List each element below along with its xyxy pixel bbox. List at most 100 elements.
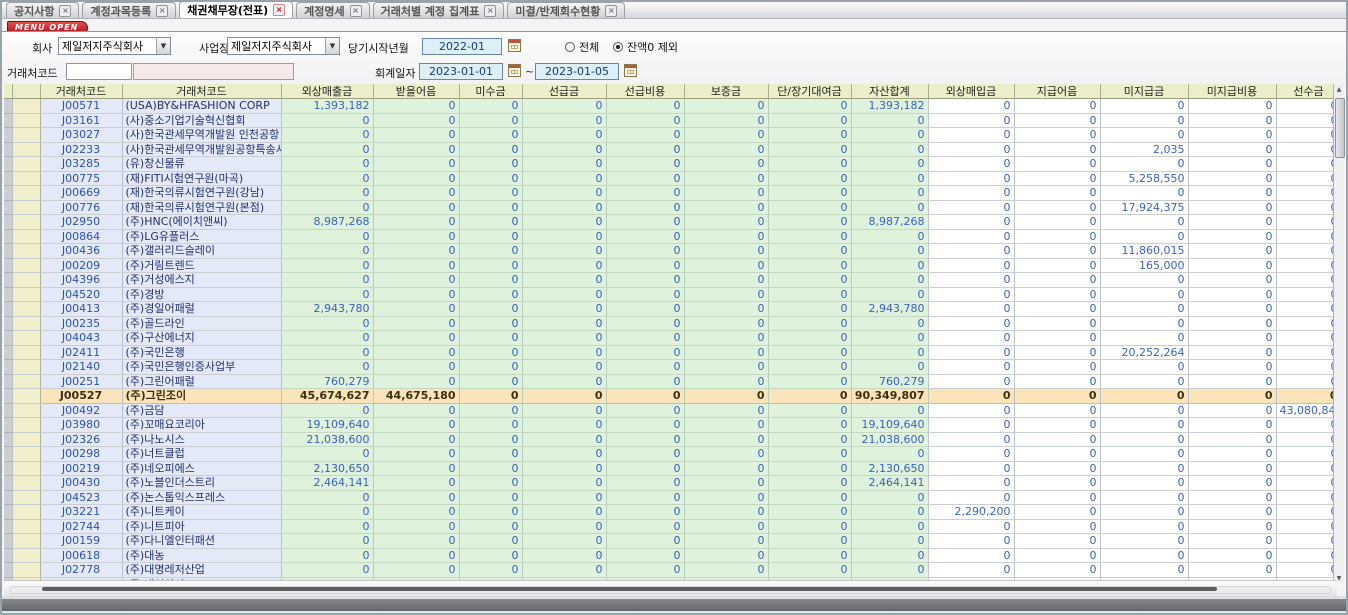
amount-cell[interactable]: 0 <box>768 142 851 157</box>
amount-cell[interactable]: 0 <box>928 389 1014 404</box>
amount-cell[interactable]: 0 <box>768 186 851 201</box>
vendor-name-cell[interactable]: (주)구산에너지 <box>122 331 281 346</box>
amount-cell[interactable]: 0 <box>373 171 459 186</box>
column-header[interactable]: 단/장기대여금 <box>768 84 851 99</box>
vendor-name-cell[interactable]: (사)한국관세무역개발원 인천공항 <box>122 128 281 143</box>
row-selector[interactable] <box>4 215 12 230</box>
vendor-code-cell[interactable]: J00251 <box>40 374 122 389</box>
amount-cell[interactable]: 0 <box>1188 244 1276 259</box>
amount-cell[interactable]: 0 <box>928 128 1014 143</box>
amount-cell[interactable]: 0 <box>522 186 606 201</box>
vendor-code-cell[interactable]: J04520 <box>40 287 122 302</box>
table-row[interactable]: J03980(주)꼬매요코리아19,109,64000000019,109,64… <box>4 418 1339 433</box>
amount-cell[interactable]: 0 <box>1188 374 1276 389</box>
amount-cell[interactable]: 0 <box>684 548 768 563</box>
amount-cell[interactable]: 0 <box>1276 258 1339 273</box>
amount-cell[interactable]: 0 <box>1188 316 1276 331</box>
radio-exclude-zero[interactable]: 잔액0 제외 <box>613 39 678 55</box>
amount-cell[interactable]: 0 <box>1276 360 1339 375</box>
amount-cell[interactable]: 0 <box>522 432 606 447</box>
amount-cell[interactable]: 0 <box>459 418 522 433</box>
amount-cell[interactable]: 0 <box>459 287 522 302</box>
amount-cell[interactable]: 0 <box>522 505 606 520</box>
amount-cell[interactable]: 0 <box>281 258 373 273</box>
vendor-name-cell[interactable]: (USA)BY&HFASHION CORP <box>122 99 281 114</box>
amount-cell[interactable]: 0 <box>373 244 459 259</box>
amount-cell[interactable]: 0 <box>1276 432 1339 447</box>
bizplace-select[interactable]: 제일저지주식회사 ▼ <box>227 37 340 55</box>
amount-cell[interactable]: 0 <box>606 142 684 157</box>
amount-cell[interactable]: 0 <box>373 519 459 534</box>
table-row[interactable]: J00775(재)FITI시험연구원(마곡)00000000005,258,55… <box>4 171 1339 186</box>
vendor-code-cell[interactable]: J02950 <box>40 215 122 230</box>
vendor-name-input[interactable] <box>133 63 294 80</box>
row-indicator[interactable] <box>12 461 40 476</box>
table-row[interactable]: J00159(주)다니엘인터패션0000000000000 <box>4 534 1339 549</box>
amount-cell[interactable]: 0 <box>606 490 684 505</box>
amount-cell[interactable]: 0 <box>522 360 606 375</box>
amount-cell[interactable]: 0 <box>1276 157 1339 172</box>
amount-cell[interactable]: 0 <box>684 447 768 462</box>
amount-cell[interactable]: 0 <box>281 229 373 244</box>
row-indicator[interactable] <box>12 113 40 128</box>
amount-cell[interactable]: 0 <box>928 360 1014 375</box>
amount-cell[interactable]: 0 <box>1100 447 1188 462</box>
amount-cell[interactable]: 0 <box>1276 519 1339 534</box>
amount-cell[interactable]: 0 <box>768 563 851 578</box>
vendor-name-cell[interactable]: (주)다니엘인터패션 <box>122 534 281 549</box>
horizontal-scroll-thumb[interactable] <box>42 587 1217 591</box>
amount-cell[interactable]: 0 <box>684 142 768 157</box>
amount-cell[interactable]: 0 <box>1188 519 1276 534</box>
amount-cell[interactable]: 0 <box>851 287 928 302</box>
amount-cell[interactable]: 0 <box>1014 99 1100 114</box>
amount-cell[interactable]: 0 <box>1188 389 1276 404</box>
amount-cell[interactable]: 19,109,640 <box>281 418 373 433</box>
amount-cell[interactable]: 0 <box>1188 345 1276 360</box>
column-header[interactable]: 보증금 <box>684 84 768 99</box>
amount-cell[interactable]: 0 <box>768 171 851 186</box>
amount-cell[interactable]: 0 <box>768 476 851 491</box>
row-indicator[interactable] <box>12 418 40 433</box>
amount-cell[interactable]: 0 <box>373 563 459 578</box>
amount-cell[interactable]: 0 <box>606 345 684 360</box>
date-from-input[interactable] <box>419 63 503 80</box>
amount-cell[interactable]: 0 <box>768 113 851 128</box>
amount-cell[interactable]: 0 <box>1188 142 1276 157</box>
amount-cell[interactable]: 0 <box>1100 229 1188 244</box>
amount-cell[interactable]: 8,987,268 <box>281 215 373 230</box>
amount-cell[interactable]: 0 <box>1100 389 1188 404</box>
amount-cell[interactable]: 0 <box>522 128 606 143</box>
row-indicator[interactable] <box>12 389 40 404</box>
tab-4[interactable]: 거래처별 계정 집계표× <box>373 2 505 18</box>
row-indicator[interactable] <box>12 403 40 418</box>
amount-cell[interactable]: 0 <box>373 534 459 549</box>
radio-all[interactable]: 전체 <box>565 39 599 55</box>
amount-cell[interactable]: 0 <box>606 229 684 244</box>
amount-cell[interactable]: 0 <box>684 418 768 433</box>
column-header[interactable]: 미지급비용 <box>1188 84 1276 99</box>
amount-cell[interactable]: 0 <box>1014 374 1100 389</box>
amount-cell[interactable]: 0 <box>522 316 606 331</box>
amount-cell[interactable]: 0 <box>1276 476 1339 491</box>
amount-cell[interactable]: 0 <box>522 258 606 273</box>
table-row[interactable]: J00864(주)LG유플러스0000000000000 <box>4 229 1339 244</box>
amount-cell[interactable]: 0 <box>373 99 459 114</box>
amount-cell[interactable]: 0 <box>281 113 373 128</box>
vendor-code-cell[interactable]: J00159 <box>40 534 122 549</box>
amount-cell[interactable]: 0 <box>459 389 522 404</box>
amount-cell[interactable]: 0 <box>606 461 684 476</box>
amount-cell[interactable]: 0 <box>1014 447 1100 462</box>
amount-cell[interactable]: 0 <box>768 258 851 273</box>
amount-cell[interactable]: 0 <box>851 113 928 128</box>
amount-cell[interactable]: 0 <box>1188 215 1276 230</box>
amount-cell[interactable]: 0 <box>459 99 522 114</box>
amount-cell[interactable]: 0 <box>606 331 684 346</box>
amount-cell[interactable]: 0 <box>1188 418 1276 433</box>
table-row[interactable]: J00776(재)한국의류시험연구원(본점)000000000017,924,3… <box>4 200 1339 215</box>
amount-cell[interactable]: 0 <box>684 316 768 331</box>
row-indicator[interactable] <box>12 563 40 578</box>
amount-cell[interactable]: 0 <box>522 171 606 186</box>
amount-cell[interactable]: 0 <box>459 142 522 157</box>
amount-cell[interactable]: 0 <box>1100 360 1188 375</box>
amount-cell[interactable]: 0 <box>606 403 684 418</box>
